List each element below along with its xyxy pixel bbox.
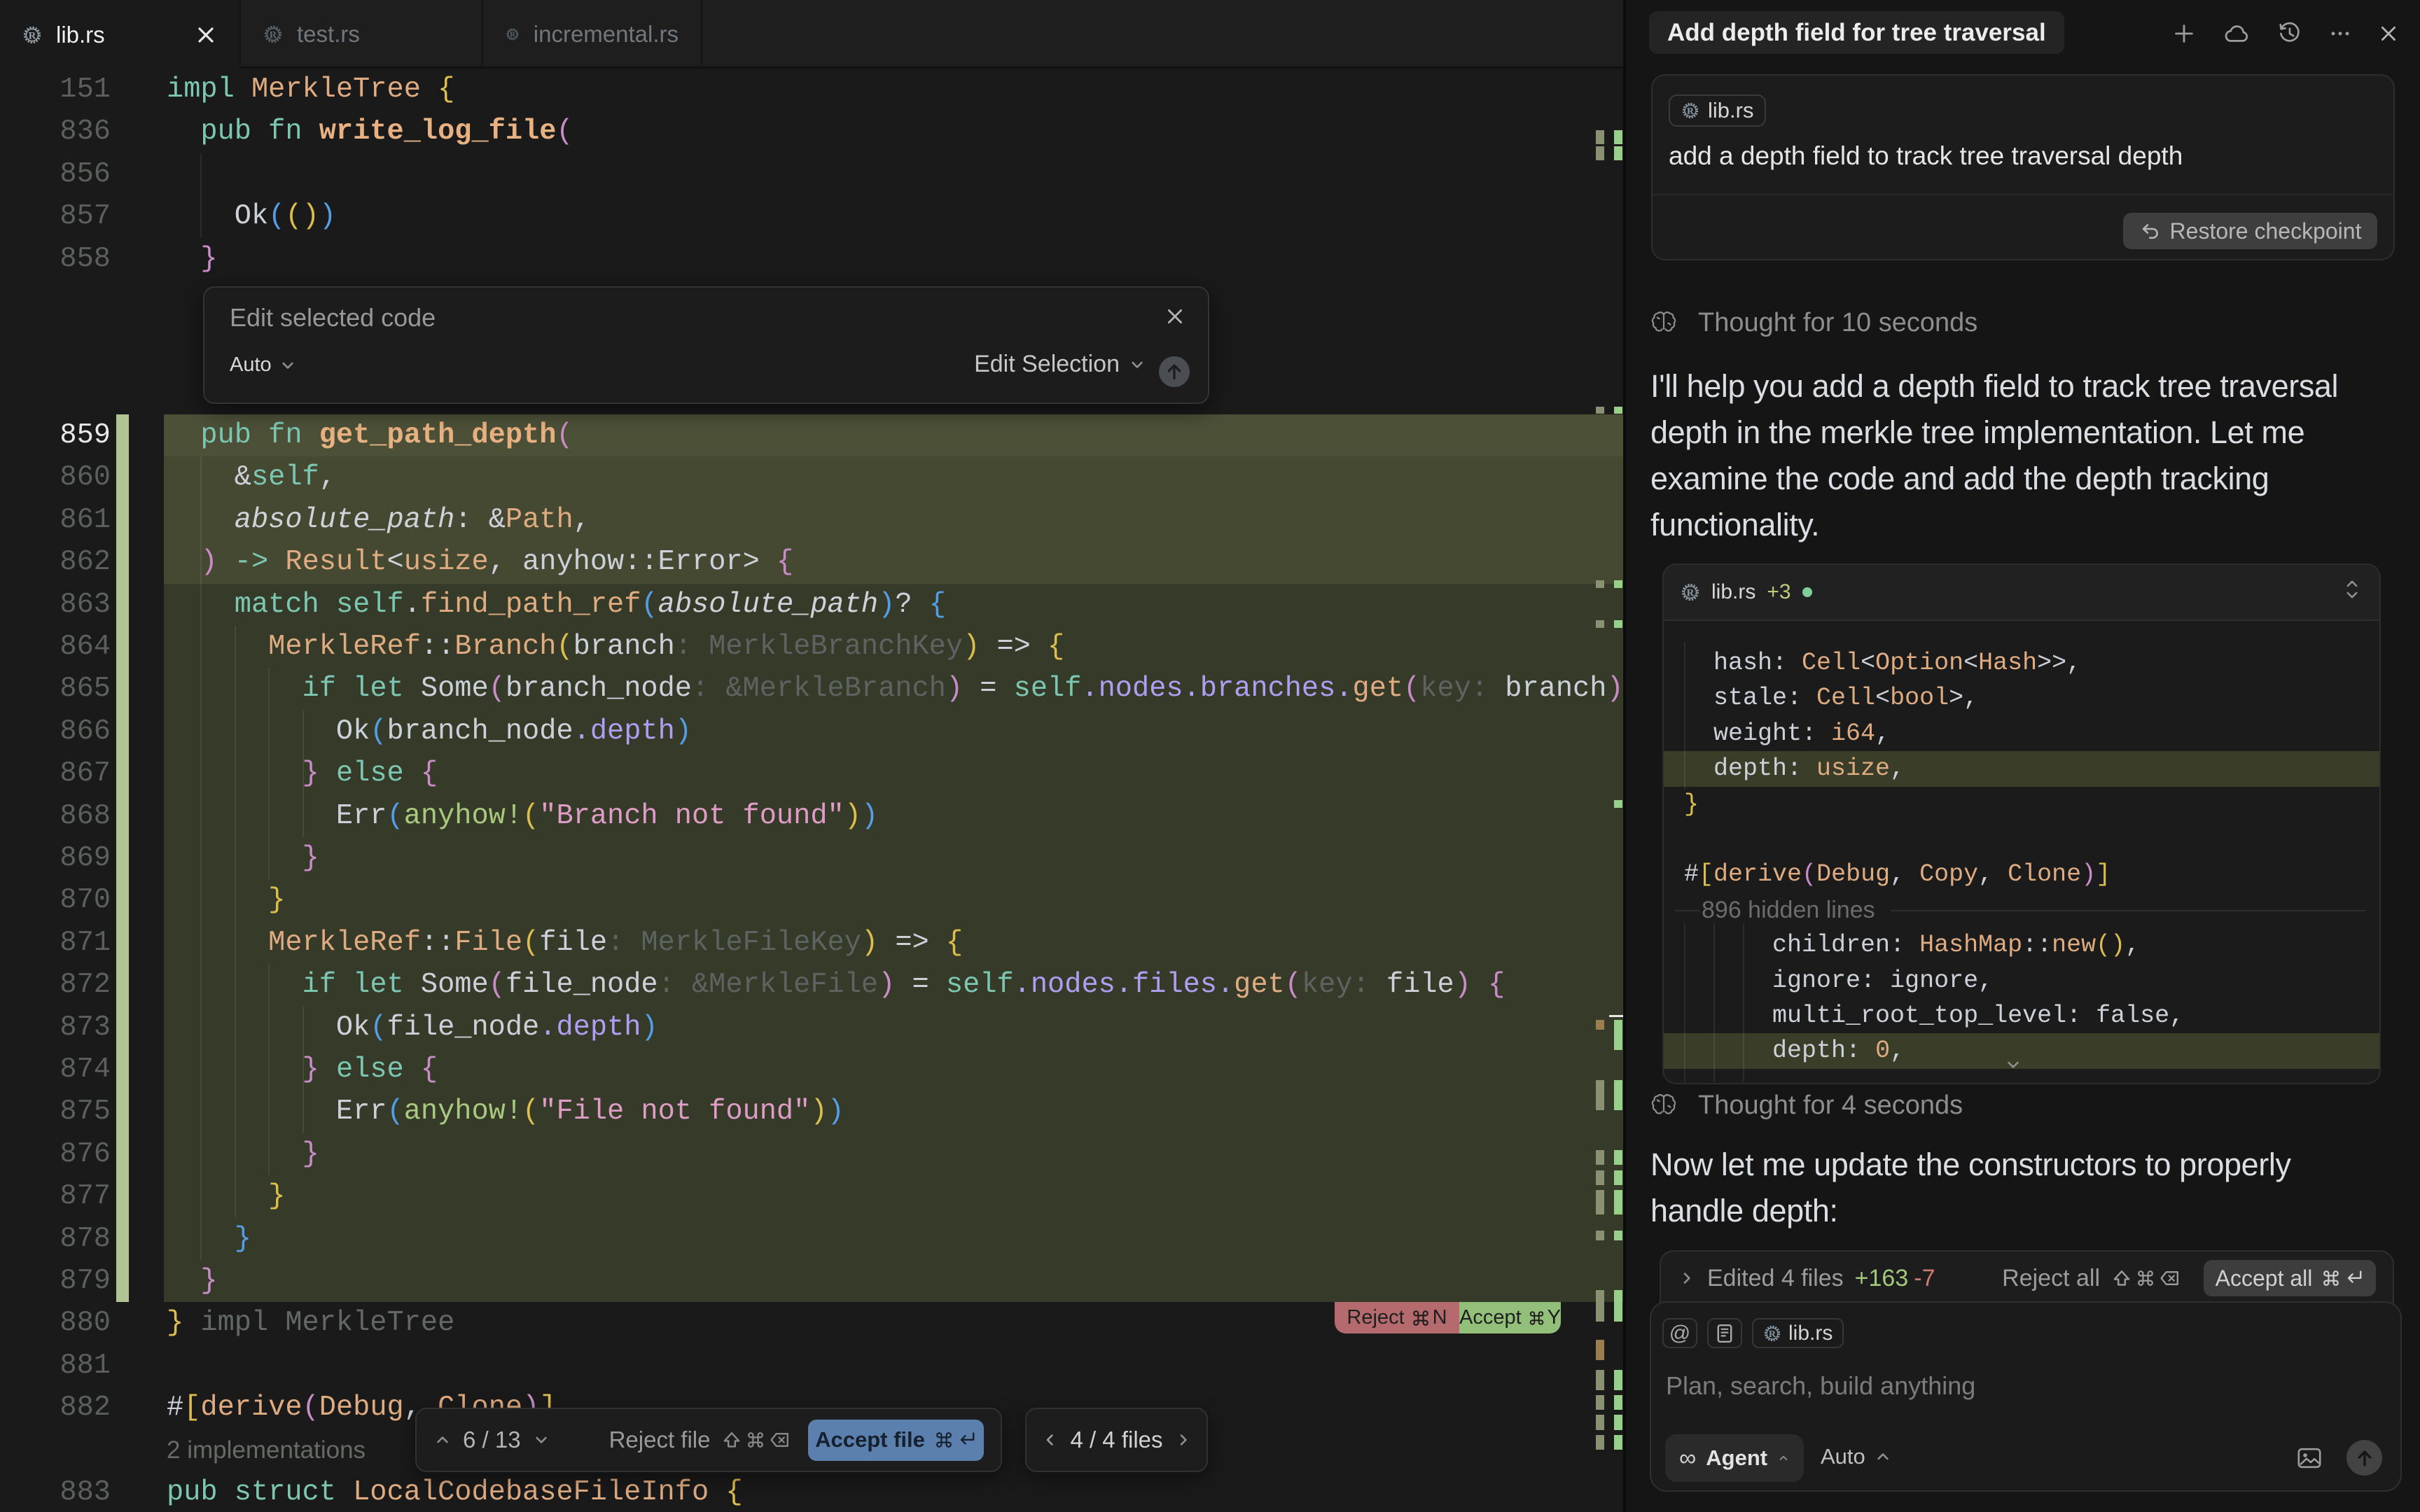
svg-text:R: R [1687, 106, 1695, 116]
svg-text:R: R [1687, 587, 1695, 598]
svg-text:R: R [1769, 1328, 1776, 1338]
